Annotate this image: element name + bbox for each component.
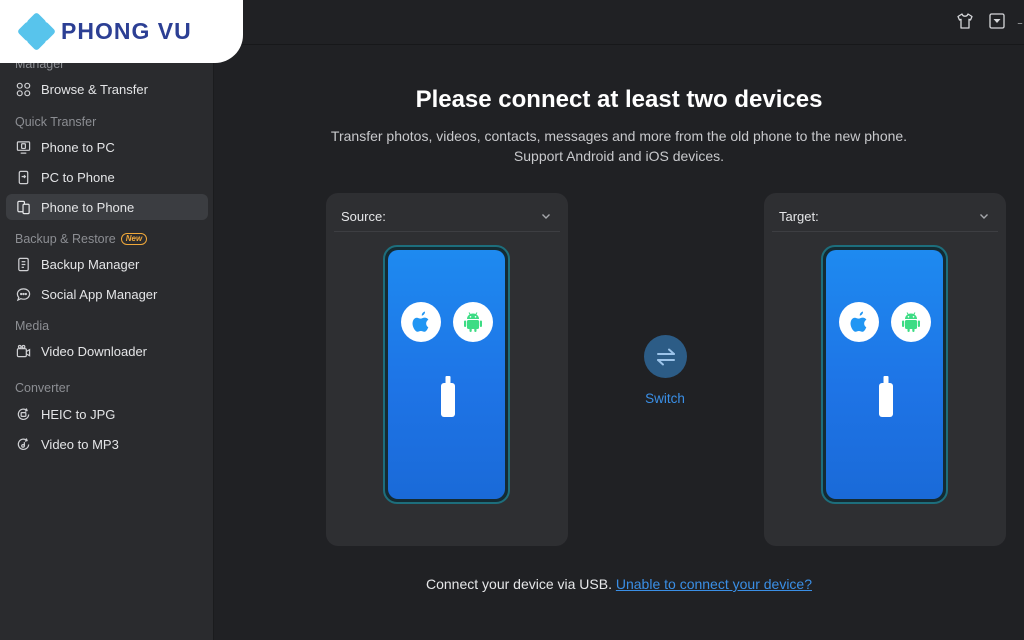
sidebar-item-video-to-mp3[interactable]: Video to MP3 xyxy=(6,431,208,457)
sidebar-item-label: Backup Manager xyxy=(41,256,140,272)
section-backup-restore: Backup & Restore New xyxy=(15,232,148,246)
minimize-icon[interactable] xyxy=(1016,12,1024,30)
section-label: Converter xyxy=(15,381,70,395)
sidebar-item-label: Browse & Transfer xyxy=(41,81,148,97)
phone-to-pc-icon xyxy=(15,139,31,155)
unable-to-connect-link[interactable]: Unable to connect your device? xyxy=(616,576,812,592)
section-label: Media xyxy=(15,319,50,333)
phongvu-watermark: PHONG VU xyxy=(0,0,243,63)
topbar xyxy=(214,0,1024,45)
switch-button[interactable] xyxy=(644,335,687,378)
new-badge: New xyxy=(120,233,148,245)
source-label: Source: xyxy=(341,208,386,224)
phone-screen xyxy=(826,250,943,499)
usb-cable-icon xyxy=(441,376,455,466)
section-label: Backup & Restore xyxy=(15,232,116,246)
phongvu-logo-icon xyxy=(16,11,57,51)
subtitle-line-2: Support Android and iOS devices. xyxy=(513,148,725,164)
app-window: Manager Browse & Transfer Quick Transfer… xyxy=(0,0,1024,640)
chat-icon xyxy=(15,286,31,302)
sidebar-item-label: PC to Phone xyxy=(41,169,115,185)
sidebar-item-label: Social App Manager xyxy=(41,286,158,302)
android-icon xyxy=(891,302,931,342)
target-device-card: Target: xyxy=(764,193,1006,546)
section-converter: Converter xyxy=(15,381,70,395)
target-label: Target: xyxy=(779,208,819,224)
tshirt-icon[interactable] xyxy=(956,12,974,30)
apps-icon xyxy=(15,81,31,97)
pc-to-phone-icon xyxy=(15,169,31,185)
sidebar-item-browse-transfer[interactable]: Browse & Transfer xyxy=(6,76,208,102)
sidebar-item-heic-to-jpg[interactable]: HEIC to JPG xyxy=(6,401,208,427)
sidebar-item-social-app-manager[interactable]: Social App Manager xyxy=(6,281,208,307)
section-media: Media xyxy=(15,319,49,333)
sidebar-item-phone-to-phone[interactable]: Phone to Phone xyxy=(6,194,208,220)
section-label: Quick Transfer xyxy=(15,115,97,129)
phone-to-phone-icon xyxy=(15,199,31,215)
chevron-down-icon xyxy=(540,210,552,225)
sidebar-item-pc-to-phone[interactable]: PC to Phone xyxy=(6,164,208,190)
target-phone-illustration xyxy=(821,245,948,504)
sidebar-item-backup-manager[interactable]: Backup Manager xyxy=(6,251,208,277)
watermark-text: PHONG VU xyxy=(61,18,192,44)
sidebar-item-phone-to-pc[interactable]: Phone to PC xyxy=(6,134,208,160)
phone-screen xyxy=(388,250,505,499)
dropdown-box-icon[interactable] xyxy=(988,12,1006,30)
subtitle-line-1: Transfer photos, videos, contacts, messa… xyxy=(330,128,908,144)
convert-audio-icon xyxy=(15,436,31,452)
target-device-select[interactable]: Target: xyxy=(772,201,998,232)
sidebar: Manager Browse & Transfer Quick Transfer… xyxy=(0,0,214,640)
sidebar-item-label: Phone to Phone xyxy=(41,199,135,215)
usb-cable-icon xyxy=(879,376,893,466)
page-title: Please connect at least two devices xyxy=(415,86,823,113)
android-icon xyxy=(453,302,493,342)
source-phone-illustration xyxy=(383,245,510,504)
sidebar-item-label: HEIC to JPG xyxy=(41,406,116,422)
usb-connect-hint: Connect your device via USB. Unable to c… xyxy=(214,576,1024,592)
video-download-icon xyxy=(15,343,31,359)
sidebar-item-label: Phone to PC xyxy=(41,139,115,155)
apple-icon xyxy=(401,302,441,342)
sidebar-item-label: Video Downloader xyxy=(41,343,147,359)
sidebar-item-video-downloader[interactable]: Video Downloader xyxy=(6,338,208,364)
section-quick-transfer: Quick Transfer xyxy=(15,115,96,129)
switch-label[interactable]: Switch xyxy=(625,391,705,406)
sidebar-item-label: Video to MP3 xyxy=(41,436,119,452)
chevron-down-icon xyxy=(978,210,990,225)
source-device-card: Source: xyxy=(326,193,568,546)
apple-icon xyxy=(839,302,879,342)
backup-icon xyxy=(15,256,31,272)
footer-prefix: Connect your device via USB. xyxy=(426,576,612,592)
swap-icon xyxy=(656,348,675,365)
convert-image-icon xyxy=(15,406,31,422)
source-device-select[interactable]: Source: xyxy=(334,201,560,232)
